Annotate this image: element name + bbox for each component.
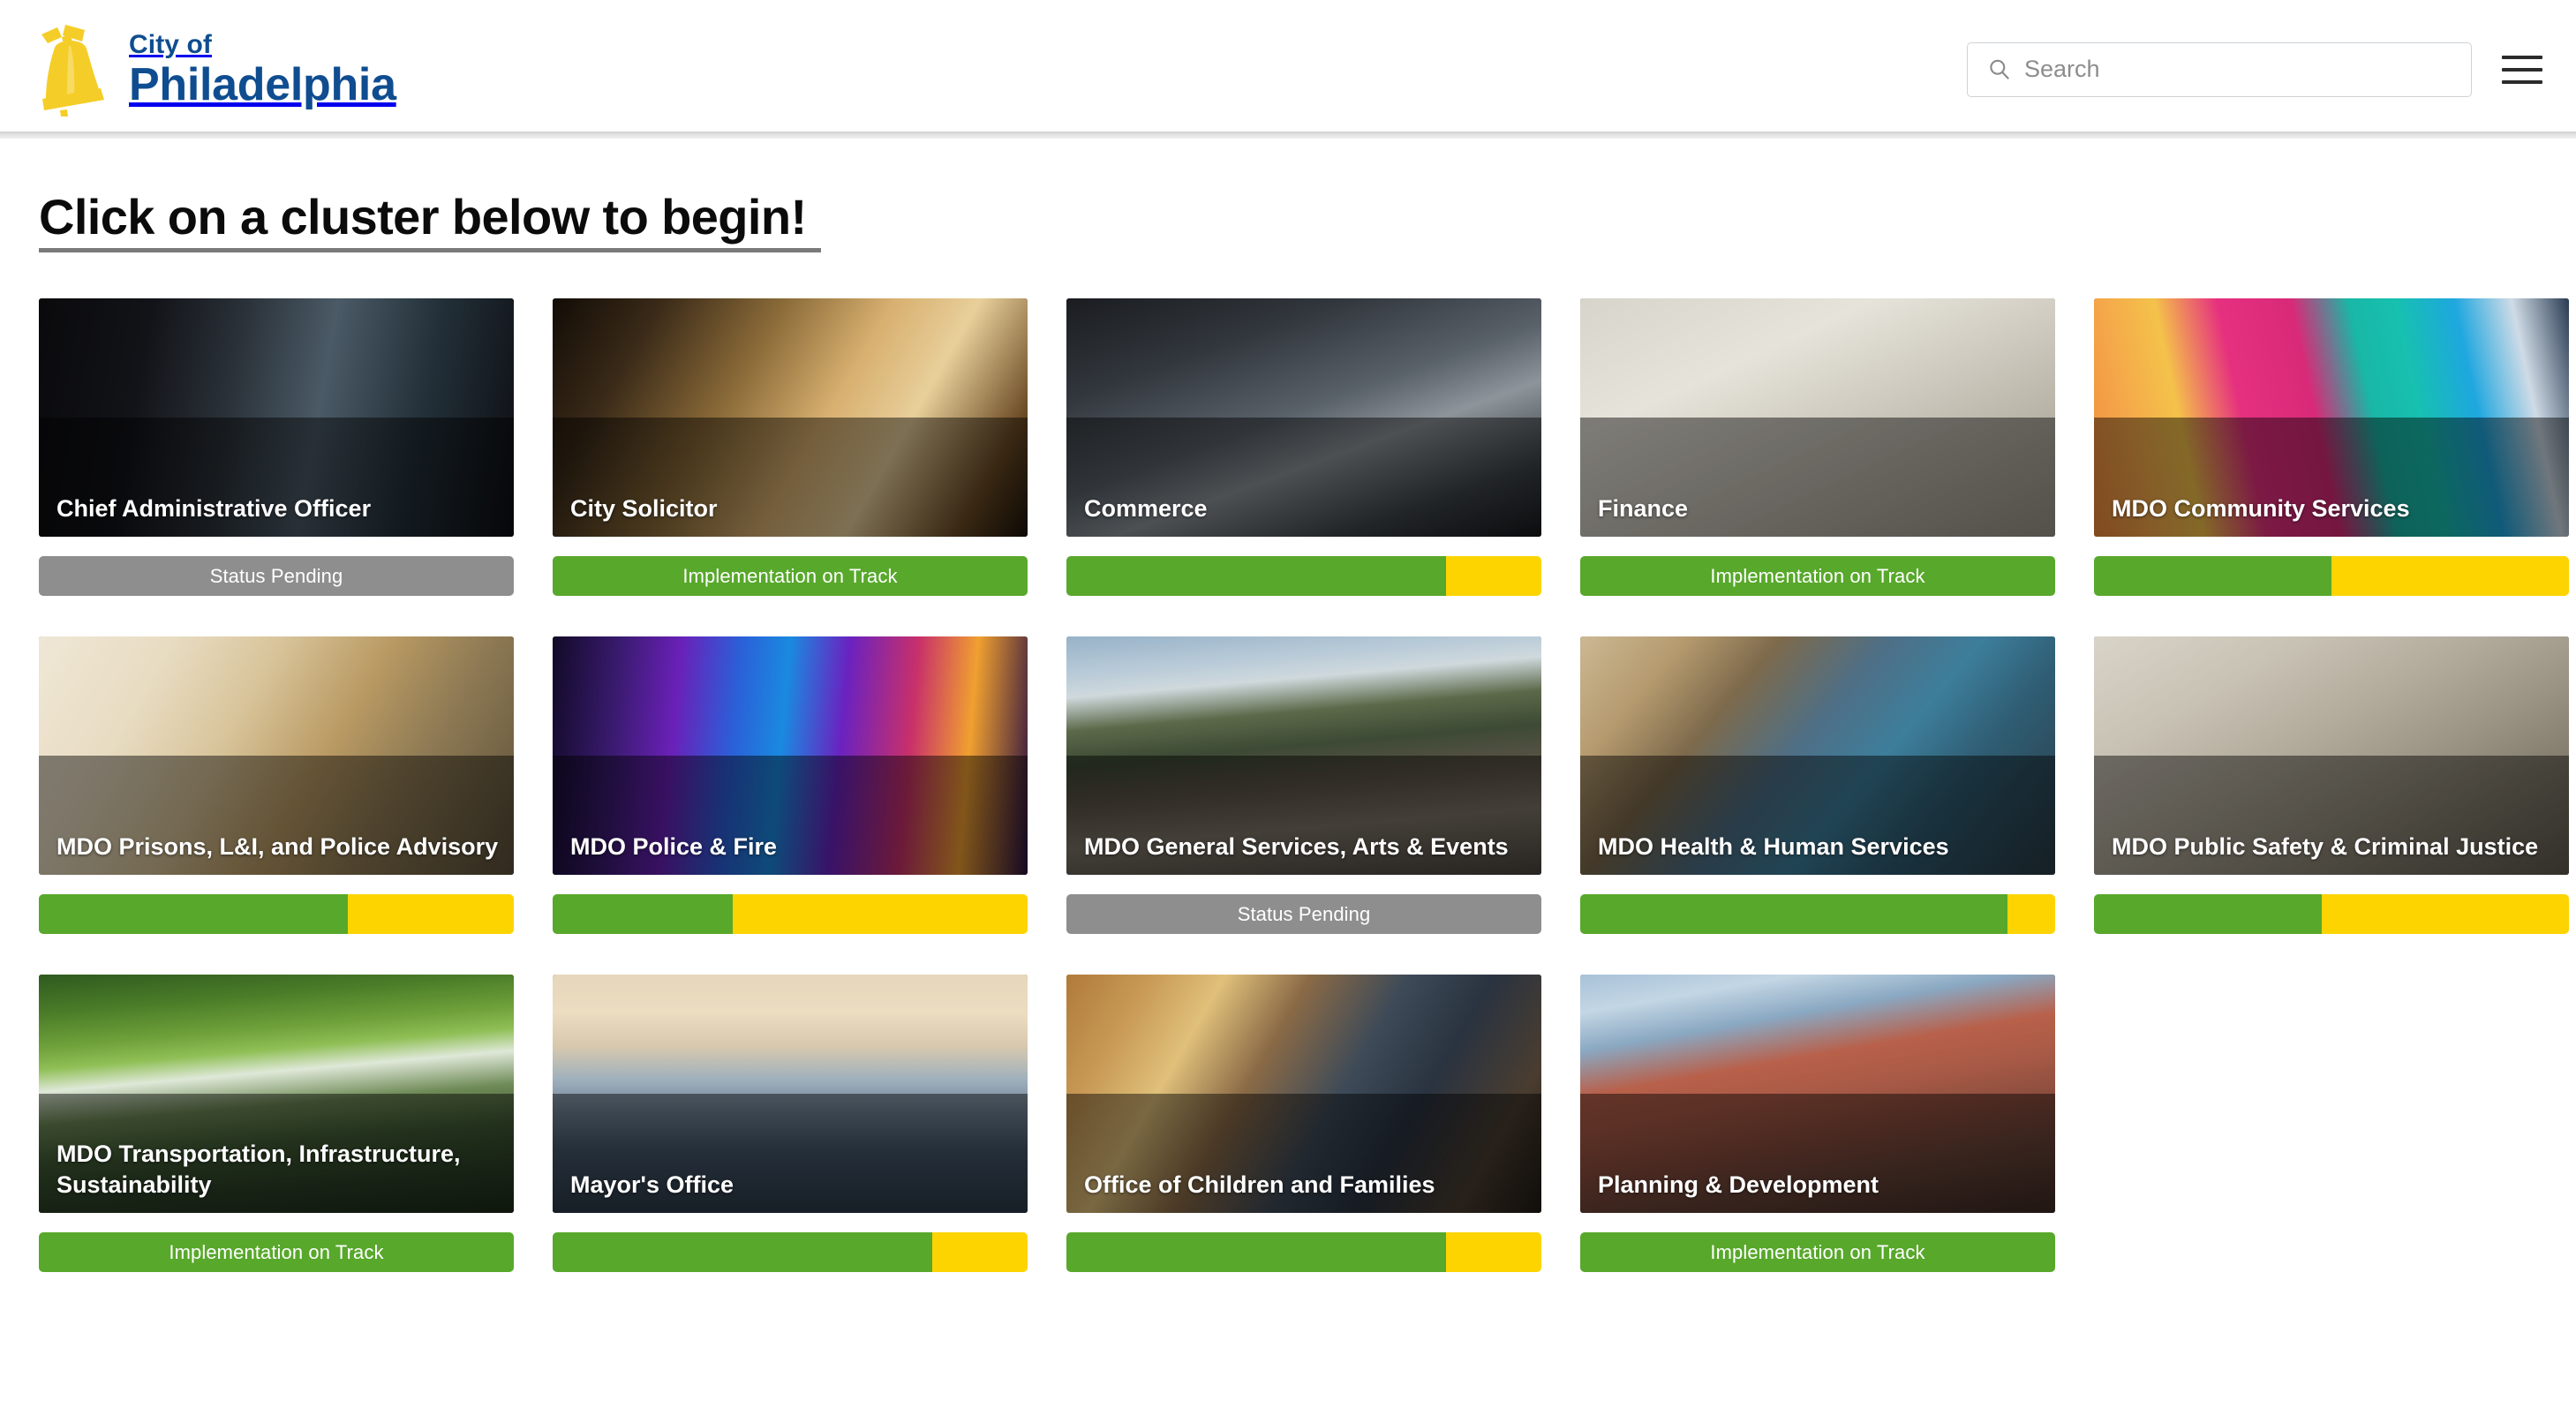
status-segment-green xyxy=(553,1232,933,1272)
cluster-card-title: City Solicitor xyxy=(570,495,718,523)
cluster-status-bar[interactable]: Status Pending xyxy=(1066,894,1541,934)
status-segment-yellow xyxy=(733,894,1028,934)
brand-name-label: Philadelphia xyxy=(129,58,396,110)
cluster-card-title: MDO Health & Human Services xyxy=(1598,833,1949,861)
cluster-card-image[interactable]: MDO Community Services xyxy=(2094,298,2569,537)
cluster-status-label: Status Pending xyxy=(209,564,343,587)
cluster-card-title: MDO Prisons, L&I, and Police Advisory xyxy=(56,833,499,861)
cluster-card-image[interactable]: MDO Public Safety & Criminal Justice xyxy=(2094,636,2569,875)
cluster-card-image[interactable]: Planning & Development xyxy=(1580,975,2055,1213)
site-header: City of Philadelphia xyxy=(0,0,2576,139)
status-segment-green xyxy=(39,894,348,934)
cluster-card[interactable]: MDO Prisons, L&I, and Police Advisory xyxy=(39,636,514,934)
status-segment-green xyxy=(2094,556,2331,596)
cluster-card-title: Commerce xyxy=(1084,495,1208,523)
cluster-card-title: MDO Public Safety & Criminal Justice xyxy=(2112,833,2539,861)
cluster-card[interactable]: Mayor's Office xyxy=(553,975,1028,1272)
cluster-card-image[interactable]: MDO General Services, Arts & Events xyxy=(1066,636,1541,875)
cluster-card[interactable]: Finance Implementation on Track xyxy=(1580,298,2055,596)
cluster-card-image[interactable]: MDO Health & Human Services xyxy=(1580,636,2055,875)
cluster-card[interactable]: MDO Community Services xyxy=(2094,298,2569,596)
cluster-card[interactable]: MDO Transportation, Infrastructure, Sust… xyxy=(39,975,514,1272)
hamburger-bar-3 xyxy=(2502,79,2542,84)
cluster-status-label: Implementation on Track xyxy=(1710,564,1925,587)
status-segment-green xyxy=(1066,556,1447,596)
cluster-status-bar[interactable]: Implementation on Track xyxy=(553,556,1028,596)
hamburger-bar-1 xyxy=(2502,55,2542,59)
cluster-card[interactable]: MDO Police & Fire xyxy=(553,636,1028,934)
liberty-bell-icon xyxy=(41,24,104,117)
cluster-card-image[interactable]: Mayor's Office xyxy=(553,975,1028,1213)
cluster-card[interactable]: MDO General Services, Arts & Events Statu… xyxy=(1066,636,1541,934)
cluster-card[interactable]: MDO Public Safety & Criminal Justice xyxy=(2094,636,2569,934)
status-segment-yellow xyxy=(2322,894,2569,934)
cluster-card-title: Finance xyxy=(1598,495,1689,523)
status-segment-yellow xyxy=(2331,556,2569,596)
brand-home-link[interactable]: City of Philadelphia xyxy=(30,22,396,117)
cluster-status-bar[interactable]: Implementation on Track xyxy=(1580,556,2055,596)
cluster-status-bar[interactable] xyxy=(553,1232,1028,1272)
status-segment-yellow xyxy=(1446,1232,1541,1272)
cluster-card-title: MDO Community Services xyxy=(2112,495,2410,523)
cluster-status-bar[interactable] xyxy=(2094,894,2569,934)
cluster-status-bar[interactable] xyxy=(2094,556,2569,596)
cluster-card[interactable]: City Solicitor Implementation on Track xyxy=(553,298,1028,596)
cluster-card[interactable]: Commerce xyxy=(1066,298,1541,596)
status-segment-yellow xyxy=(2007,894,2055,934)
cluster-card-image[interactable]: City Solicitor xyxy=(553,298,1028,537)
cluster-card-image[interactable]: Office of Children and Families xyxy=(1066,975,1541,1213)
cluster-card-image[interactable]: Chief Administrative Officer xyxy=(39,298,514,537)
cluster-card[interactable]: MDO Health & Human Services xyxy=(1580,636,2055,934)
brand-city-label: City of xyxy=(129,29,213,59)
cluster-status-label: Implementation on Track xyxy=(682,564,898,587)
page-title-text: Click on a cluster below to begin! xyxy=(39,188,821,252)
cluster-card-image[interactable]: Commerce xyxy=(1066,298,1541,537)
cluster-status-bar[interactable] xyxy=(1066,1232,1541,1272)
cluster-status-label: Implementation on Track xyxy=(1710,1240,1925,1263)
cluster-status-bar[interactable]: Status Pending xyxy=(39,556,514,596)
cluster-status-label: Implementation on Track xyxy=(169,1240,384,1263)
cluster-card-title: Office of Children and Families xyxy=(1084,1171,1435,1199)
search-box[interactable] xyxy=(1967,41,2472,97)
search-icon xyxy=(1990,59,2009,79)
status-segment-yellow xyxy=(1446,556,1541,596)
cluster-card[interactable]: Office of Children and Families xyxy=(1066,975,1541,1272)
cluster-card-title: Mayor's Office xyxy=(570,1171,734,1199)
cluster-card[interactable]: Chief Administrative Officer Status Pendi… xyxy=(39,298,514,596)
cluster-status-bar[interactable]: Implementation on Track xyxy=(1580,1232,2055,1272)
cluster-status-bar[interactable] xyxy=(39,894,514,934)
cluster-status-label: Status Pending xyxy=(1237,902,1371,925)
status-segment-green xyxy=(1580,894,2008,934)
cluster-card-title: MDO Police & Fire xyxy=(570,833,778,861)
cluster-status-bar[interactable] xyxy=(1066,556,1541,596)
cluster-card-image[interactable]: MDO Transportation, Infrastructure, Sust… xyxy=(39,975,514,1213)
cluster-card-title: MDO General Services, Arts & Events xyxy=(1084,833,1509,861)
cluster-card-title: Chief Administrative Officer xyxy=(56,495,372,523)
hamburger-bar-2 xyxy=(2502,67,2542,72)
hamburger-menu-icon[interactable] xyxy=(2502,53,2542,87)
status-segment-green xyxy=(1066,1232,1447,1272)
search-input[interactable] xyxy=(2011,55,2471,84)
cluster-card-title: Planning & Development xyxy=(1598,1171,1879,1199)
cluster-status-bar[interactable] xyxy=(1580,894,2055,934)
status-segment-green xyxy=(553,894,734,934)
cluster-grid: Chief Administrative Officer Status Pendi… xyxy=(0,252,2576,1272)
status-segment-yellow xyxy=(932,1232,1028,1272)
status-segment-yellow xyxy=(347,894,514,934)
header-controls xyxy=(1967,41,2542,97)
cluster-card-title: MDO Transportation, Infrastructure, Sust… xyxy=(56,1141,461,1199)
cluster-card-image[interactable]: MDO Prisons, L&I, and Police Advisory xyxy=(39,636,514,875)
cluster-status-bar[interactable]: Implementation on Track xyxy=(39,1232,514,1272)
cluster-card-image[interactable]: MDO Police & Fire xyxy=(553,636,1028,875)
status-segment-green xyxy=(2094,894,2323,934)
cluster-status-bar[interactable] xyxy=(553,894,1028,934)
cluster-card-image[interactable]: Finance xyxy=(1580,298,2055,537)
page-body: Click on a cluster below to begin! Chief… xyxy=(0,139,2576,1272)
page-title: Click on a cluster below to begin! xyxy=(0,139,821,252)
cluster-card[interactable]: Planning & Development Implementation on … xyxy=(1580,975,2055,1272)
